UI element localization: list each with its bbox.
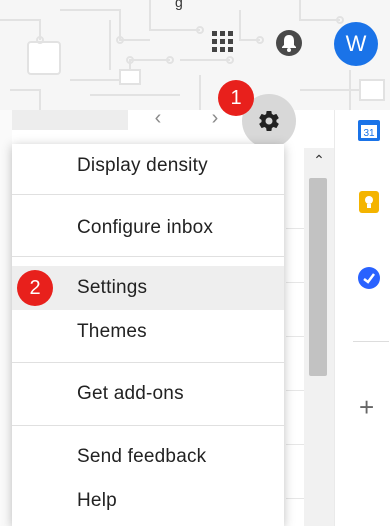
toolbar-area xyxy=(12,110,128,130)
scroll-up-button[interactable]: ⌃ xyxy=(304,152,334,174)
step-1-badge: 1 xyxy=(218,80,254,116)
menu-item-configure-inbox[interactable]: Configure inbox xyxy=(12,206,284,250)
apps-grid-icon[interactable] xyxy=(211,30,235,54)
menu-divider xyxy=(12,194,284,195)
menu-item-label: Send feedback xyxy=(77,446,207,467)
add-icon[interactable]: + xyxy=(359,392,374,423)
scrollbar-thumb[interactable] xyxy=(309,178,327,376)
left-strip xyxy=(0,110,12,526)
menu-item-themes[interactable]: Themes xyxy=(12,310,284,354)
step-2-badge: 2 xyxy=(17,270,53,306)
menu-item-label: Configure inbox xyxy=(77,217,214,238)
menu-item-help[interactable]: Help xyxy=(12,479,284,523)
menu-divider xyxy=(12,425,284,426)
rail-divider xyxy=(353,341,389,342)
menu-item-label: Get add-ons xyxy=(77,383,184,404)
settings-menu: Display density Configure inbox Settings… xyxy=(12,144,284,526)
menu-item-label: Display density xyxy=(77,155,208,176)
circuit-background xyxy=(0,0,390,110)
keep-icon[interactable] xyxy=(357,190,381,214)
menu-item-send-feedback[interactable]: Send feedback xyxy=(12,435,284,479)
menu-divider xyxy=(12,256,284,257)
avatar[interactable]: W xyxy=(334,22,378,66)
calendar-icon[interactable]: 31 xyxy=(357,118,381,142)
calendar-day: 31 xyxy=(363,128,375,139)
menu-divider xyxy=(12,362,284,363)
tasks-icon[interactable] xyxy=(357,266,381,290)
menu-item-label: Settings xyxy=(77,277,148,298)
bell-icon[interactable] xyxy=(274,28,304,58)
gear-icon xyxy=(259,111,279,132)
older-button[interactable]: ‹ xyxy=(148,106,168,130)
title-fragment: g xyxy=(175,0,183,10)
menu-item-display-density[interactable]: Display density xyxy=(12,144,284,188)
menu-item-label: Help xyxy=(77,490,117,511)
menu-item-get-add-ons[interactable]: Get add-ons xyxy=(12,372,284,416)
side-panel: 31 + xyxy=(334,110,390,526)
menu-item-label: Themes xyxy=(77,321,147,342)
